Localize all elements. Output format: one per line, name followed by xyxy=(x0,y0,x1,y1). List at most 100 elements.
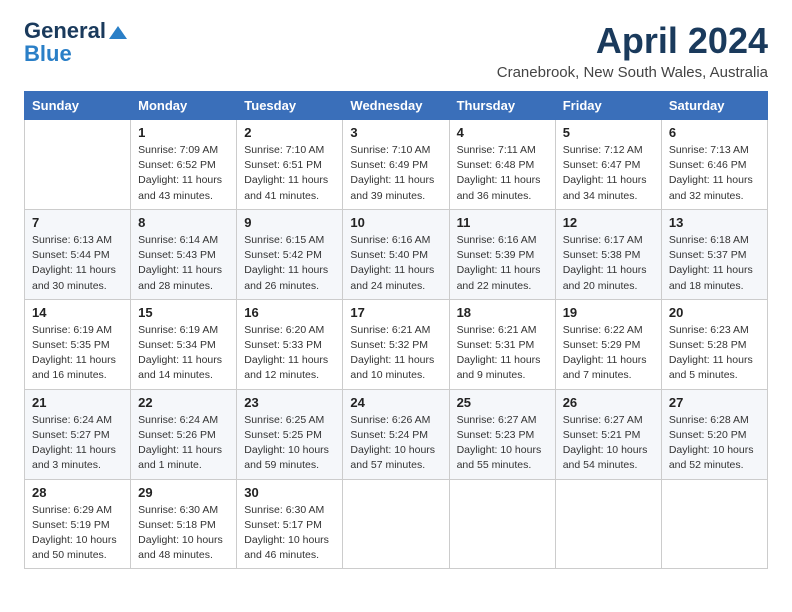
day-number: 21 xyxy=(32,395,123,410)
day-info: Sunrise: 6:27 AMSunset: 5:23 PMDaylight:… xyxy=(457,413,548,474)
day-number: 24 xyxy=(350,395,441,410)
calendar-cell xyxy=(661,479,767,569)
calendar-cell: 6Sunrise: 7:13 AMSunset: 6:46 PMDaylight… xyxy=(661,120,767,210)
day-number: 7 xyxy=(32,215,123,230)
calendar-cell: 12 Sunrise: 6:17 AMSunset: 5:38 PMDayligh… xyxy=(555,209,661,299)
col-header-tuesday: Tuesday xyxy=(237,92,343,120)
day-number: 5 xyxy=(563,125,654,140)
day-info: Sunrise: 6:16 AMSunset: 5:40 PMDaylight:… xyxy=(350,233,441,294)
day-number: 6 xyxy=(669,125,760,140)
day-info: Sunrise: 7:09 AMSunset: 6:52 PMDaylight:… xyxy=(138,143,229,204)
day-info: Sunrise: 6:19 AMSunset: 5:35 PMDaylight:… xyxy=(32,323,123,384)
day-number: 3 xyxy=(350,125,441,140)
day-info: Sunrise: 6:21 AMSunset: 5:31 PMDaylight:… xyxy=(457,323,548,384)
day-info: Sunrise: 6:16 AMSunset: 5:39 PMDaylight:… xyxy=(457,233,548,294)
day-number: 29 xyxy=(138,485,229,500)
day-number: 13 xyxy=(669,215,760,230)
day-number: 19 xyxy=(563,305,654,320)
day-number: 25 xyxy=(457,395,548,410)
week-row-3: 14 Sunrise: 6:19 AMSunset: 5:35 PMDayligh… xyxy=(25,299,768,389)
logo-blue: Blue xyxy=(24,43,72,65)
day-number: 22 xyxy=(138,395,229,410)
day-info: Sunrise: 6:27 AMSunset: 5:21 PMDaylight:… xyxy=(563,413,654,474)
col-header-saturday: Saturday xyxy=(661,92,767,120)
calendar-table: SundayMondayTuesdayWednesdayThursdayFrid… xyxy=(24,91,768,569)
calendar-cell xyxy=(449,479,555,569)
day-info: Sunrise: 6:17 AMSunset: 5:38 PMDaylight:… xyxy=(563,233,654,294)
day-number: 28 xyxy=(32,485,123,500)
week-row-4: 21Sunrise: 6:24 AMSunset: 5:27 PMDayligh… xyxy=(25,389,768,479)
day-number: 23 xyxy=(244,395,335,410)
calendar-cell: 8 Sunrise: 6:14 AMSunset: 5:43 PMDaylight… xyxy=(131,209,237,299)
day-info: Sunrise: 6:21 AMSunset: 5:32 PMDaylight:… xyxy=(350,323,441,384)
day-number: 14 xyxy=(32,305,123,320)
day-info: Sunrise: 6:13 AMSunset: 5:44 PMDaylight:… xyxy=(32,233,123,294)
calendar-cell: 23Sunrise: 6:25 AMSunset: 5:25 PMDayligh… xyxy=(237,389,343,479)
calendar-cell: 15 Sunrise: 6:19 AMSunset: 5:34 PMDayligh… xyxy=(131,299,237,389)
month-title: April 2024 xyxy=(497,20,768,62)
calendar-cell: 3 Sunrise: 7:10 AMSunset: 6:49 PMDaylight… xyxy=(343,120,449,210)
day-info: Sunrise: 6:20 AMSunset: 5:33 PMDaylight:… xyxy=(244,323,335,384)
day-info: Sunrise: 7:11 AMSunset: 6:48 PMDaylight:… xyxy=(457,143,548,204)
title-area: April 2024 Cranebrook, New South Wales, … xyxy=(497,20,768,81)
col-header-thursday: Thursday xyxy=(449,92,555,120)
col-header-friday: Friday xyxy=(555,92,661,120)
week-row-2: 7 Sunrise: 6:13 AMSunset: 5:44 PMDaylight… xyxy=(25,209,768,299)
calendar-cell: 2 Sunrise: 7:10 AMSunset: 6:51 PMDaylight… xyxy=(237,120,343,210)
location-title: Cranebrook, New South Wales, Australia xyxy=(497,64,768,81)
col-header-wednesday: Wednesday xyxy=(343,92,449,120)
day-number: 26 xyxy=(563,395,654,410)
calendar-cell: 10Sunrise: 6:16 AMSunset: 5:40 PMDayligh… xyxy=(343,209,449,299)
logo-general: General xyxy=(24,20,127,42)
day-info: Sunrise: 6:24 AMSunset: 5:26 PMDaylight:… xyxy=(138,413,229,474)
day-number: 18 xyxy=(457,305,548,320)
calendar-cell: 27Sunrise: 6:28 AMSunset: 5:20 PMDayligh… xyxy=(661,389,767,479)
header: General Blue April 2024 Cranebrook, New … xyxy=(24,20,768,81)
calendar-cell: 26 Sunrise: 6:27 AMSunset: 5:21 PMDayligh… xyxy=(555,389,661,479)
day-info: Sunrise: 7:10 AMSunset: 6:49 PMDaylight:… xyxy=(350,143,441,204)
day-info: Sunrise: 7:10 AMSunset: 6:51 PMDaylight:… xyxy=(244,143,335,204)
header-row: SundayMondayTuesdayWednesdayThursdayFrid… xyxy=(25,92,768,120)
day-info: Sunrise: 7:12 AMSunset: 6:47 PMDaylight:… xyxy=(563,143,654,204)
day-info: Sunrise: 6:28 AMSunset: 5:20 PMDaylight:… xyxy=(669,413,760,474)
calendar-cell: 24 Sunrise: 6:26 AMSunset: 5:24 PMDayligh… xyxy=(343,389,449,479)
week-row-5: 28Sunrise: 6:29 AMSunset: 5:19 PMDayligh… xyxy=(25,479,768,569)
day-number: 2 xyxy=(244,125,335,140)
calendar-cell: 7 Sunrise: 6:13 AMSunset: 5:44 PMDaylight… xyxy=(25,209,131,299)
day-info: Sunrise: 6:26 AMSunset: 5:24 PMDaylight:… xyxy=(350,413,441,474)
day-number: 9 xyxy=(244,215,335,230)
calendar-cell: 9Sunrise: 6:15 AMSunset: 5:42 PMDaylight… xyxy=(237,209,343,299)
day-number: 11 xyxy=(457,215,548,230)
calendar-cell: 1Sunrise: 7:09 AMSunset: 6:52 PMDaylight… xyxy=(131,120,237,210)
col-header-monday: Monday xyxy=(131,92,237,120)
calendar-cell: 22 Sunrise: 6:24 AMSunset: 5:26 PMDayligh… xyxy=(131,389,237,479)
day-number: 16 xyxy=(244,305,335,320)
calendar-cell: 13 Sunrise: 6:18 AMSunset: 5:37 PMDayligh… xyxy=(661,209,767,299)
calendar-cell: 28Sunrise: 6:29 AMSunset: 5:19 PMDayligh… xyxy=(25,479,131,569)
calendar-cell: 17 Sunrise: 6:21 AMSunset: 5:32 PMDayligh… xyxy=(343,299,449,389)
calendar-cell: 11 Sunrise: 6:16 AMSunset: 5:39 PMDayligh… xyxy=(449,209,555,299)
day-info: Sunrise: 6:30 AMSunset: 5:18 PMDaylight:… xyxy=(138,503,229,564)
day-info: Sunrise: 6:23 AMSunset: 5:28 PMDaylight:… xyxy=(669,323,760,384)
calendar-cell xyxy=(343,479,449,569)
col-header-sunday: Sunday xyxy=(25,92,131,120)
day-number: 15 xyxy=(138,305,229,320)
calendar-cell: 30Sunrise: 6:30 AMSunset: 5:17 PMDayligh… xyxy=(237,479,343,569)
calendar-cell: 29 Sunrise: 6:30 AMSunset: 5:18 PMDayligh… xyxy=(131,479,237,569)
calendar-cell xyxy=(555,479,661,569)
calendar-cell: 25 Sunrise: 6:27 AMSunset: 5:23 PMDayligh… xyxy=(449,389,555,479)
day-number: 30 xyxy=(244,485,335,500)
day-number: 17 xyxy=(350,305,441,320)
day-info: Sunrise: 6:19 AMSunset: 5:34 PMDaylight:… xyxy=(138,323,229,384)
logo: General Blue xyxy=(24,20,127,65)
calendar-cell: 4 Sunrise: 7:11 AMSunset: 6:48 PMDaylight… xyxy=(449,120,555,210)
day-number: 8 xyxy=(138,215,229,230)
day-info: Sunrise: 6:18 AMSunset: 5:37 PMDaylight:… xyxy=(669,233,760,294)
week-row-1: 1Sunrise: 7:09 AMSunset: 6:52 PMDaylight… xyxy=(25,120,768,210)
day-number: 4 xyxy=(457,125,548,140)
day-info: Sunrise: 6:22 AMSunset: 5:29 PMDaylight:… xyxy=(563,323,654,384)
calendar-cell: 16 Sunrise: 6:20 AMSunset: 5:33 PMDayligh… xyxy=(237,299,343,389)
calendar-cell: 18 Sunrise: 6:21 AMSunset: 5:31 PMDayligh… xyxy=(449,299,555,389)
day-info: Sunrise: 6:14 AMSunset: 5:43 PMDaylight:… xyxy=(138,233,229,294)
day-number: 12 xyxy=(563,215,654,230)
